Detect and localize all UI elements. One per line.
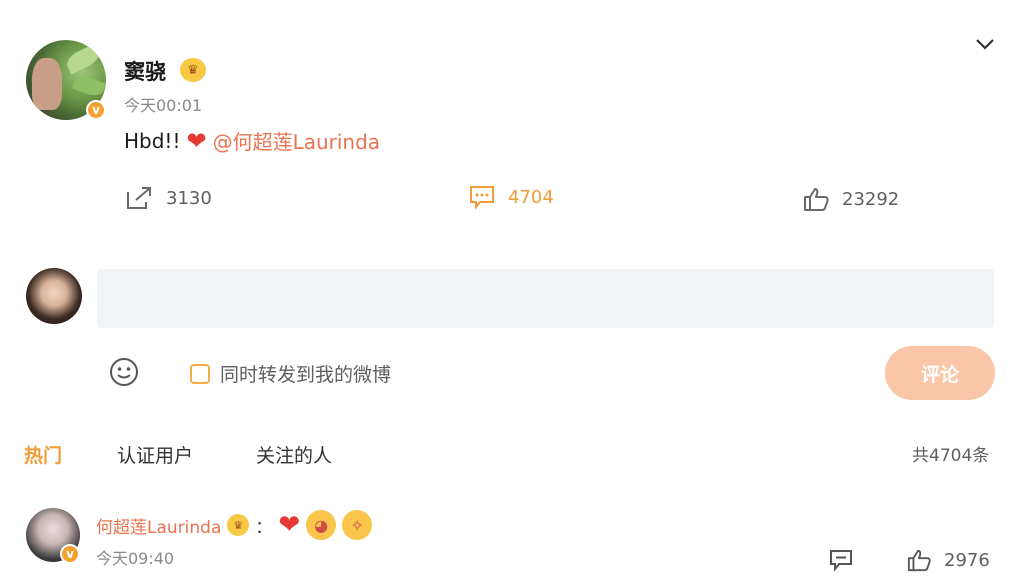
forward-label: 同时转发到我的微博 — [220, 364, 392, 386]
author-name[interactable]: 窦骁 — [124, 56, 166, 86]
verified-badge-icon: v — [60, 544, 80, 564]
comment-header: 何超莲Laurinda ♛ ： ❤ ◕ ✧ — [96, 510, 373, 540]
tab-verified-users[interactable]: 认证用户 — [117, 441, 193, 468]
wink-emoji: ✧ — [342, 510, 373, 540]
repost-icon — [127, 187, 151, 209]
crown-icon: ♛ — [227, 514, 250, 536]
avatar-leaf — [63, 43, 103, 75]
post-content: Hbd!! ❤ @何超莲Laurinda — [124, 126, 380, 155]
chevron-down-icon[interactable] — [973, 34, 997, 54]
forward-checkbox[interactable] — [190, 363, 210, 384]
comment-reply-icon[interactable] — [828, 548, 854, 572]
comment-total: 共4704条 — [912, 446, 990, 466]
mention-link[interactable]: @何超莲Laurinda — [213, 126, 380, 155]
heart-emoji: ❤ — [278, 510, 301, 540]
like-count: 23292 — [842, 188, 900, 210]
repost-button[interactable]: 3130 — [124, 184, 212, 212]
comment-input[interactable] — [97, 269, 994, 328]
crown-icon[interactable]: ♛ — [180, 58, 206, 82]
tab-following[interactable]: 关注的人 — [256, 441, 332, 468]
heart-emoji: ❤ — [186, 126, 207, 155]
current-user-avatar[interactable] — [26, 268, 82, 324]
repost-count: 3130 — [166, 187, 212, 209]
tab-hot[interactable]: 热门 — [24, 441, 62, 468]
post-text: Hbd!! — [124, 128, 181, 153]
like-icon — [804, 188, 829, 211]
emoji-icon[interactable] — [108, 356, 140, 388]
verified-badge-icon: v — [86, 100, 106, 120]
comment-count: 4704 — [508, 186, 554, 208]
comment-colon: ： — [255, 517, 273, 538]
avatar-face — [32, 58, 62, 110]
post-timestamp[interactable]: 今天00:01 — [124, 92, 202, 116]
comment-like-count: 2976 — [944, 549, 990, 571]
avatar-leaf — [72, 73, 106, 99]
commenter-name[interactable]: 何超莲Laurinda — [96, 513, 221, 538]
forward-option[interactable]: 同时转发到我的微博 — [190, 360, 391, 387]
comment-button[interactable]: 4704 — [468, 184, 554, 210]
like-icon — [907, 549, 931, 572]
comment-icon — [470, 186, 494, 210]
comment-like-button[interactable]: 2976 — [906, 548, 990, 572]
submit-comment-button[interactable]: 评论 — [885, 346, 995, 400]
kiss-emoji: ◕ — [306, 510, 337, 540]
like-button[interactable]: 23292 — [802, 186, 899, 212]
comment-timestamp: 今天09:40 — [96, 549, 175, 568]
